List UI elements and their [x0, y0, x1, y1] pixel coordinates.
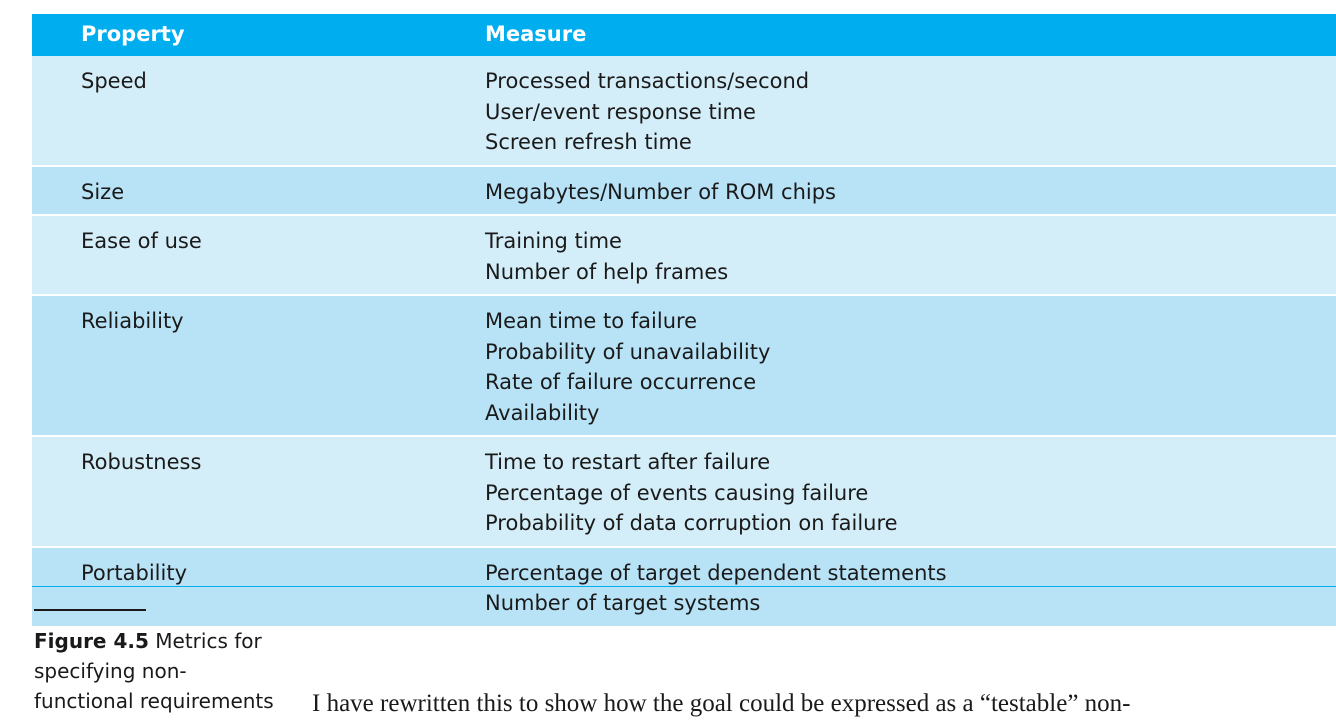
measure-item: Megabytes/Number of ROM chips — [485, 179, 836, 204]
header-measure: Measure — [485, 22, 587, 46]
measure-item: Availability — [485, 400, 600, 425]
table-row: Robustness Time to restart after failure… — [32, 437, 1336, 548]
measure-item: Percentage of events causing failure — [485, 480, 869, 505]
table-row: Speed Processed transactions/second User… — [32, 56, 1336, 167]
table-row: Portability Percentage of target depende… — [32, 547, 1336, 628]
property-cell: Reliability — [81, 309, 184, 333]
measure-cell: Processed transactions/second User/event… — [485, 56, 1336, 165]
measure-item: Time to restart after failure — [485, 450, 771, 474]
header-property: Property — [81, 22, 185, 46]
measure-item: Probability of unavailability — [485, 339, 771, 364]
measure-item: Probability of data corruption on failur… — [485, 511, 898, 535]
table-row: Ease of use Training time Number of help… — [32, 216, 1336, 296]
table-row: Size Megabytes/Number of ROM chips — [32, 166, 1336, 216]
property-cell: Portability — [81, 560, 187, 585]
property-cell: Size — [81, 179, 125, 204]
measure-item: Mean time to failure — [485, 309, 698, 333]
caption-rule — [34, 609, 146, 611]
figure-label: Figure 4.5 — [34, 629, 149, 653]
property-cell: Speed — [81, 69, 147, 93]
measure-cell: Megabytes/Number of ROM chips — [485, 167, 1336, 215]
figure-caption: Figure 4.5 Metrics for specifying non-fu… — [34, 626, 284, 716]
table-row: Reliability Mean time to failure Probabi… — [32, 296, 1336, 437]
measure-item: Processed transactions/second — [485, 69, 810, 93]
measure-item: Screen refresh time — [485, 130, 692, 154]
table-bottom-rule — [32, 586, 1336, 587]
measure-cell: Time to restart after failure Percentage… — [485, 437, 1336, 546]
measure-item: Number of target systems — [485, 591, 761, 615]
measure-cell: Mean time to failure Probability of unav… — [485, 296, 1336, 435]
property-cell: Robustness — [81, 450, 202, 474]
body-paragraph: I have rewritten this to show how the go… — [312, 690, 1131, 717]
measure-item: Number of help frames — [485, 259, 729, 284]
measure-item: Training time — [485, 229, 622, 253]
property-cell: Ease of use — [81, 229, 202, 253]
measure-item: Rate of failure occurrence — [485, 370, 757, 394]
measure-cell: Training time Number of help frames — [485, 216, 1336, 294]
measure-item: User/event response time — [485, 99, 756, 124]
table-header: Property Measure — [32, 14, 1336, 56]
measure-item: Percentage of target dependent statement… — [485, 560, 947, 585]
metrics-table: Property Measure Speed Processed transac… — [32, 14, 1336, 628]
